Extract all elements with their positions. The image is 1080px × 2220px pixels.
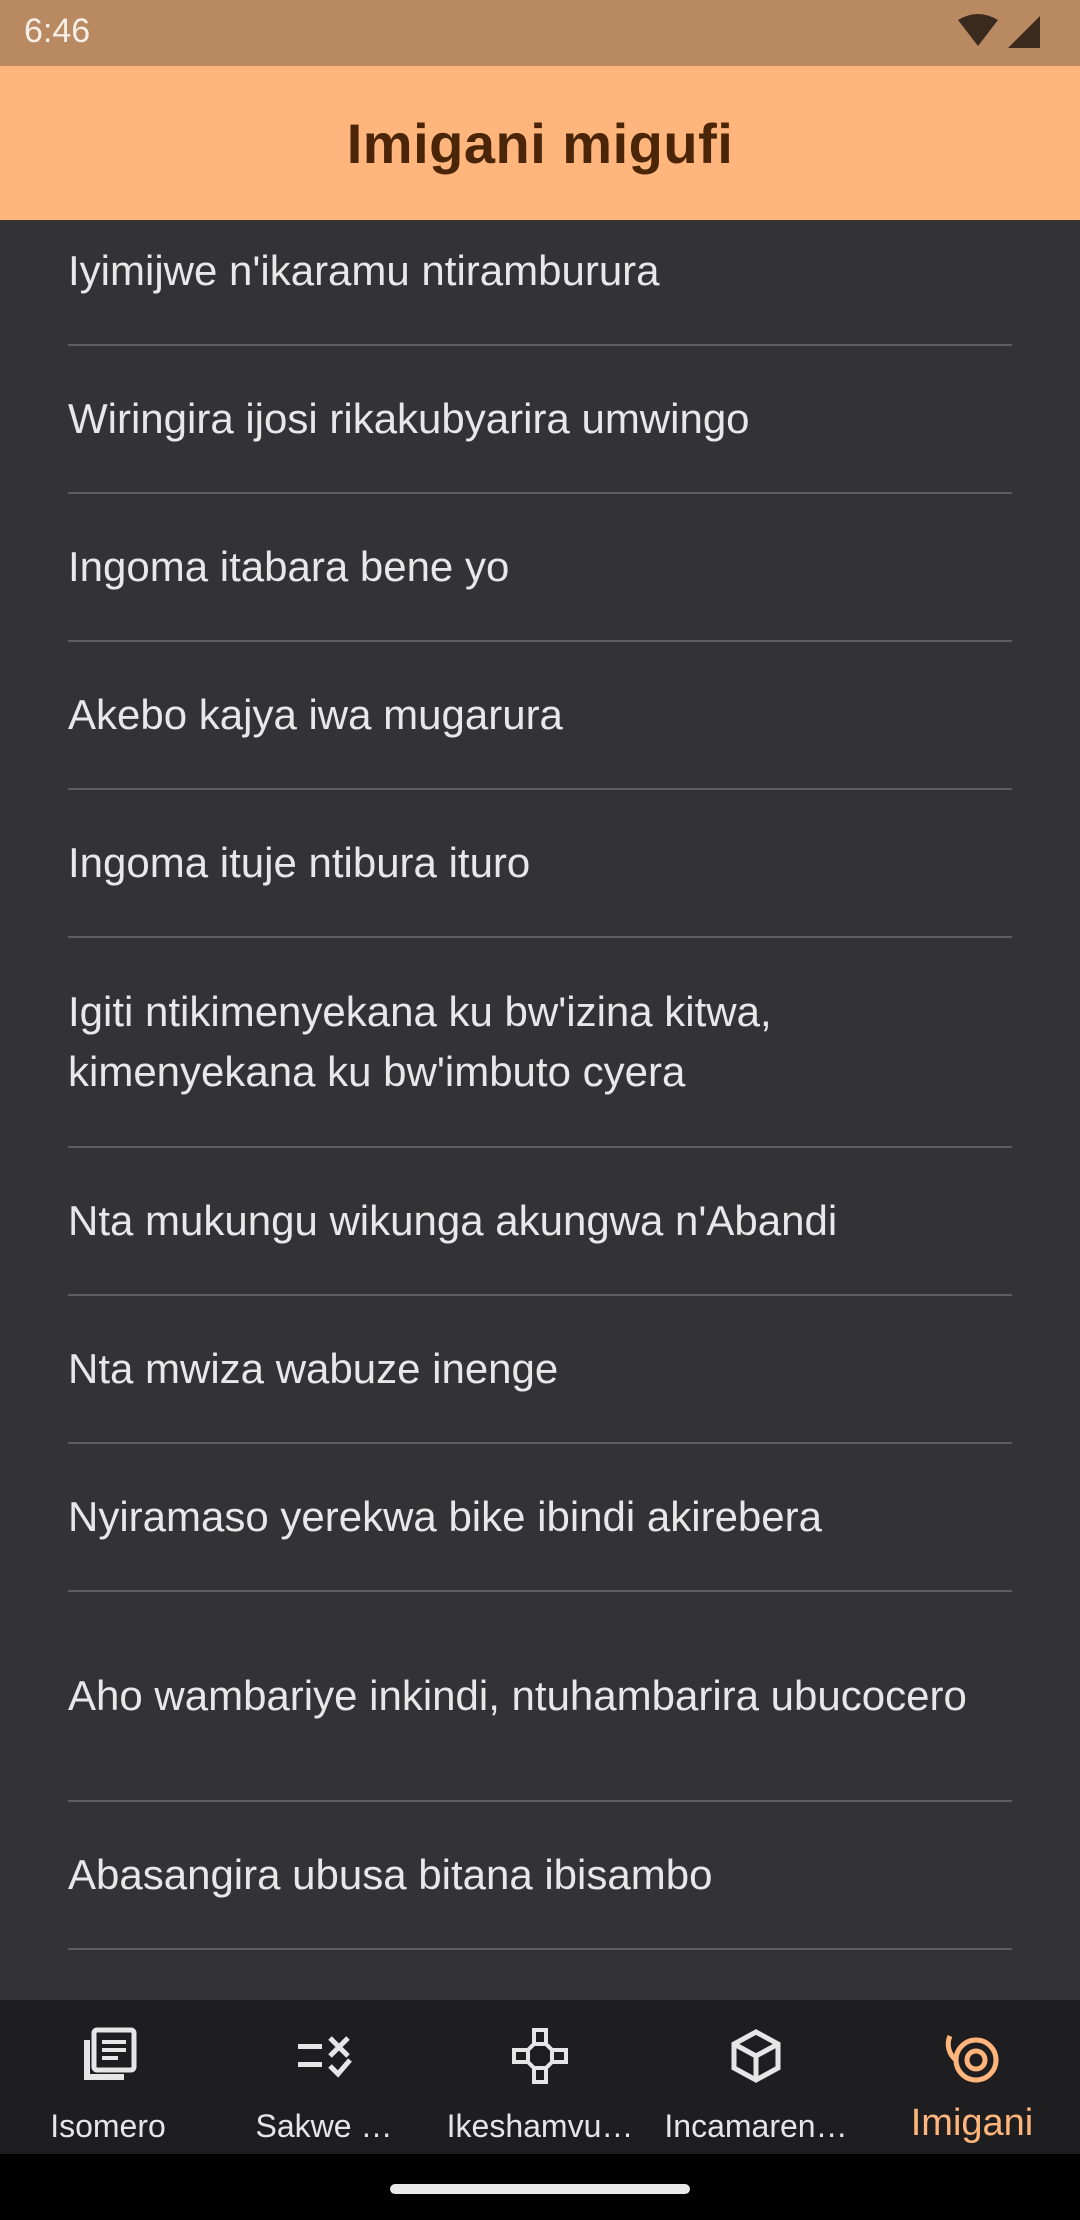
list-item[interactable]: Wiringira ijosi rikakubyarira umwingo xyxy=(68,346,1012,494)
nav-label: Sakwe … xyxy=(255,2108,393,2144)
list-item[interactable]: Ingoma ituje ntibura ituro xyxy=(68,790,1012,938)
list-item[interactable]: Akebo kajya iwa mugarura xyxy=(68,642,1012,790)
list-item-text: Nta mwiza wabuze inenge xyxy=(68,1345,559,1392)
list-item-text: Ingoma itabara bene yo xyxy=(68,543,510,590)
list-item[interactable]: Nta mukungu wikunga akungwa n'Abandi xyxy=(68,1148,1012,1296)
list-item[interactable]: Igiti ntikimenyekana ku bw'izina kitwa, … xyxy=(68,938,1012,1148)
list-item-text: Aho wambariye inkindi, ntuhambarira ubuc… xyxy=(68,1672,967,1719)
list-item[interactable]: Aho wambariye inkindi, ntuhambarira ubuc… xyxy=(68,1592,1012,1802)
list-item[interactable]: Abasangira ubusa bitana ibisambo xyxy=(68,1802,1012,1950)
list-item-text: Nta mukungu wikunga akungwa n'Abandi xyxy=(68,1197,838,1244)
library-book-icon xyxy=(84,2027,137,2080)
list-item-text: Iyimijwe n'ikaramu ntiramburura xyxy=(68,247,660,294)
nav-item-imigani[interactable]: Imigani xyxy=(864,2000,1080,2154)
page-title: Imigani migufi xyxy=(346,111,734,175)
status-bar: 6:46 xyxy=(0,0,1080,66)
proverb-list[interactable]: Iyimijwe n'ikaramu ntiramburura Wiringir… xyxy=(0,220,1080,2000)
list-item[interactable]: Ingoma itabara bene yo xyxy=(68,494,1012,642)
nav-label: Ikeshamvu… xyxy=(446,2108,634,2144)
cell-signal-icon xyxy=(1008,16,1040,48)
nav-label: Incamaren… xyxy=(664,2108,848,2144)
list-item[interactable]: Iyimijwe n'ikaramu ntiramburura xyxy=(68,220,1012,346)
status-time: 6:46 xyxy=(24,12,91,50)
bottom-nav: Isomero Sakwe … Ikeshamvu… Incamaren… Im… xyxy=(0,2000,1080,2154)
game-controller-icon xyxy=(512,2028,568,2084)
list-item[interactable]: Nta mwiza wabuze inenge xyxy=(68,1296,1012,1444)
list-item-text: Wiringira ijosi rikakubyarira umwingo xyxy=(68,395,750,442)
wifi-icon xyxy=(958,14,998,46)
nav-label: Imigani xyxy=(910,2102,1034,2144)
list-item-text: Ingoma ituje ntibura ituro xyxy=(68,839,531,886)
quiz-checklist-icon xyxy=(298,2036,352,2078)
list-item-text: Igiti ntikimenyekana ku bw'izina kitwa, … xyxy=(68,988,772,1095)
list-item-text: Abasangira ubusa bitana ibisambo xyxy=(68,1851,713,1898)
list-item-text: Nyiramaso yerekwa bike ibindi akirebera xyxy=(68,1493,822,1540)
gesture-area xyxy=(0,2154,1080,2220)
home-gesture-handle[interactable] xyxy=(390,2184,690,2194)
spiral-icon xyxy=(945,2034,999,2083)
cube-icon xyxy=(731,2029,781,2083)
nav-label: Isomero xyxy=(50,2108,166,2144)
nav-item-ikeshamvu[interactable]: Ikeshamvu… xyxy=(432,2000,648,2154)
status-icons xyxy=(958,14,1040,48)
app-bar: Imigani migufi xyxy=(0,66,1080,220)
nav-item-sakwe[interactable]: Sakwe … xyxy=(216,2000,432,2154)
list-item[interactable]: Nyiramaso yerekwa bike ibindi akirebera xyxy=(68,1444,1012,1592)
list-item-text: Akebo kajya iwa mugarura xyxy=(68,691,563,738)
nav-item-incamarenga[interactable]: Incamaren… xyxy=(648,2000,864,2154)
nav-item-isomero[interactable]: Isomero xyxy=(0,2000,216,2154)
